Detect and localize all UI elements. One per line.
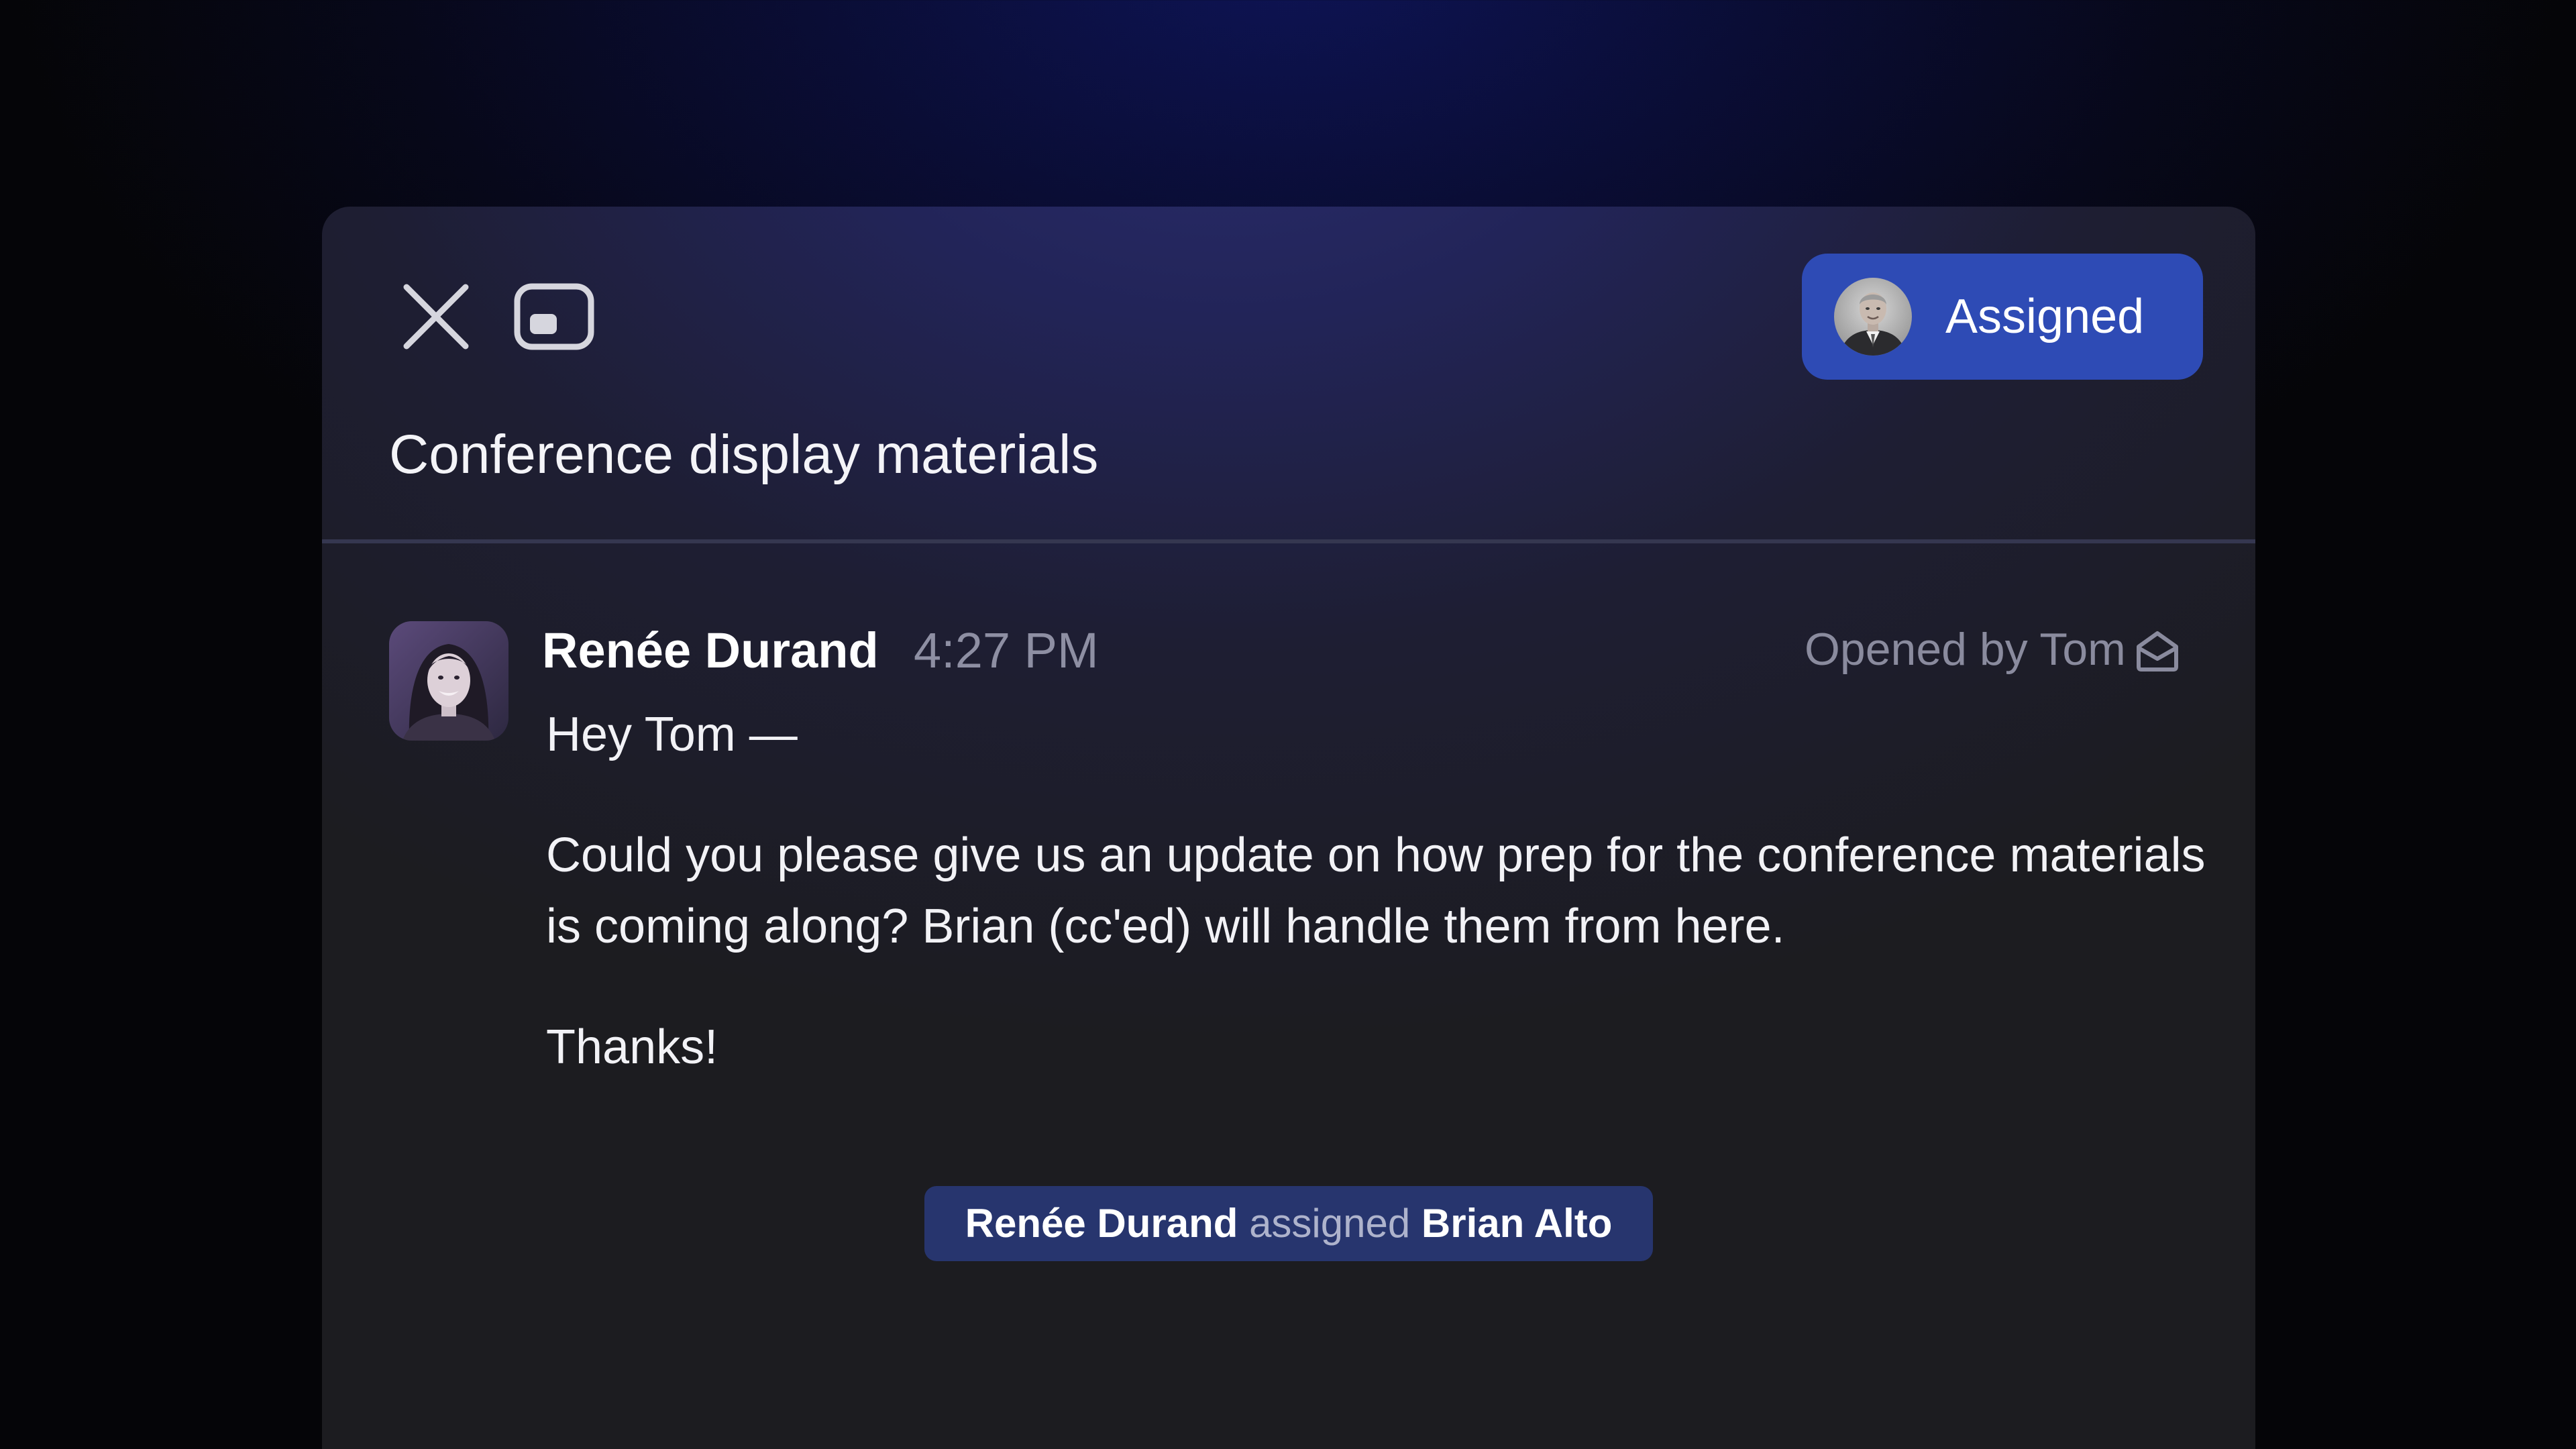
message-greeting: Hey Tom —	[546, 708, 798, 761]
message-body-line-2: is coming along? Brian (cc'ed) will hand…	[546, 900, 1785, 953]
close-button[interactable]	[401, 282, 471, 352]
conversation-panel: Assigned Conference display materials Re…	[322, 207, 2255, 1449]
message-time: 4:27 PM	[914, 623, 1099, 678]
close-icon	[403, 284, 469, 350]
activity-action: assigned	[1249, 1201, 1411, 1246]
conversation-title: Conference display materials	[389, 424, 1099, 485]
assignee-avatar	[1834, 278, 1912, 356]
sender-name[interactable]: Renée Durand	[542, 617, 879, 684]
sender-avatar[interactable]	[389, 621, 508, 741]
activity-actor: Renée Durand	[965, 1201, 1238, 1246]
assigned-button[interactable]: Assigned	[1802, 254, 2203, 380]
assigned-button-label: Assigned	[1945, 290, 2145, 343]
panel-header: Assigned Conference display materials	[322, 207, 2255, 543]
activity-target: Brian Alto	[1421, 1201, 1613, 1246]
envelope-open-icon[interactable]	[2133, 627, 2182, 675]
message-body-line-1: Could you please give us an update on ho…	[546, 828, 2206, 882]
assignment-activity-badge: Renée Durand assigned Brian Alto	[924, 1186, 1653, 1261]
minimize-window-icon	[514, 283, 594, 350]
minimize-window-button[interactable]	[514, 283, 594, 350]
message-closing: Thanks!	[546, 1020, 718, 1074]
opened-status: Opened by Tom	[1805, 624, 2126, 675]
